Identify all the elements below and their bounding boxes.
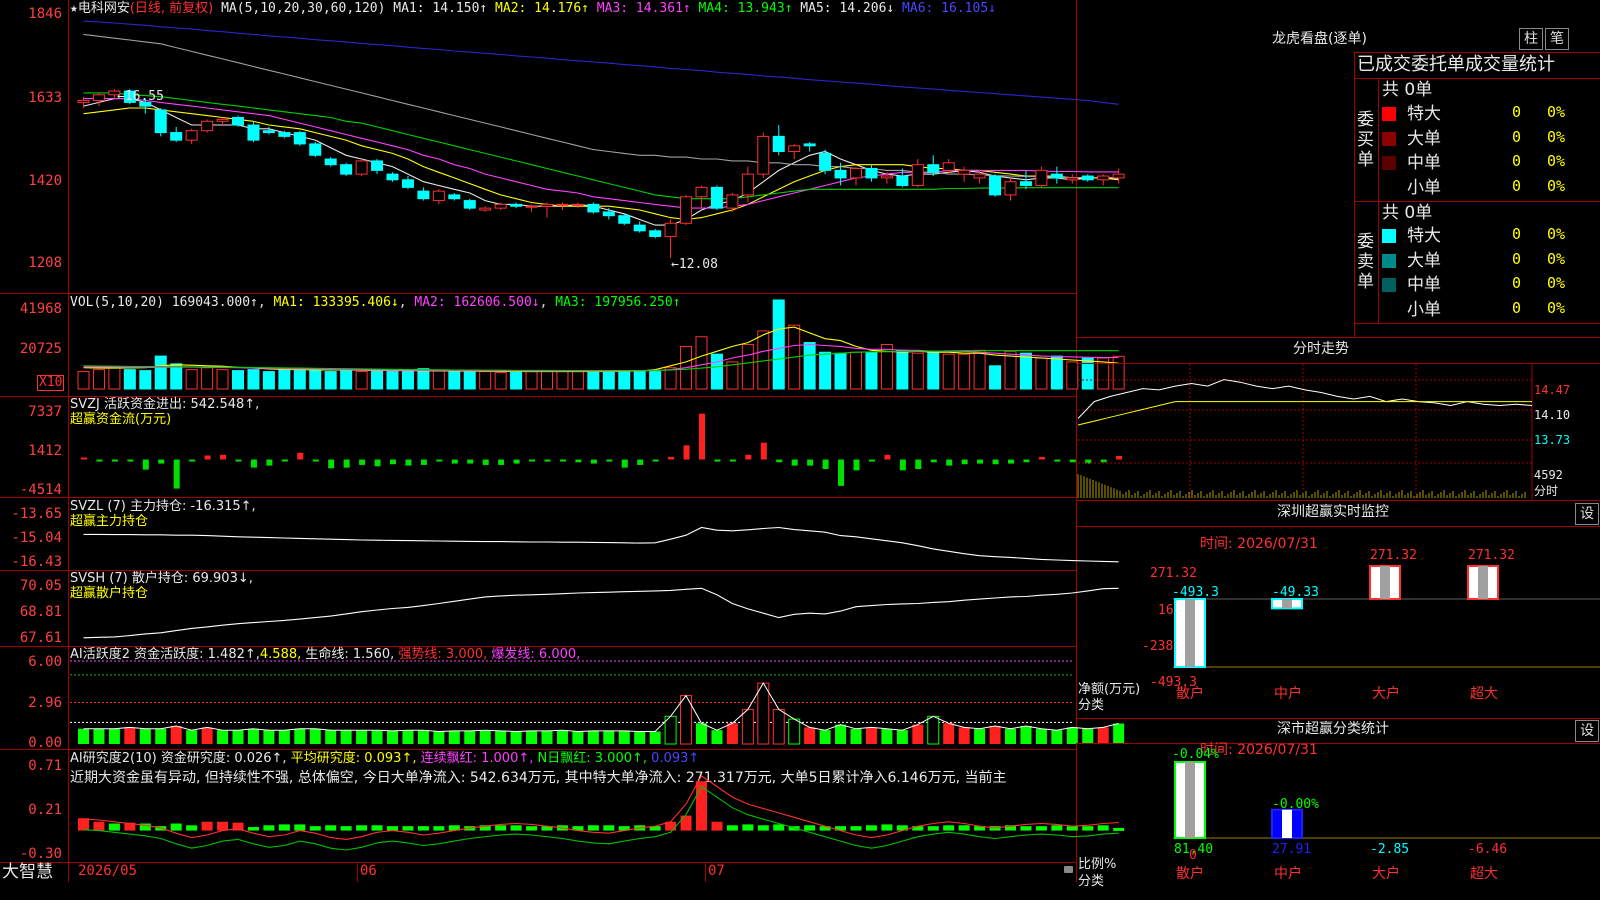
- sm-category-label: 中户: [1274, 865, 1302, 882]
- sm-category-label: 大户: [1372, 865, 1400, 882]
- sm-bar-shade: [1185, 762, 1195, 838]
- sm-value-label: -2.85: [1370, 842, 1409, 857]
- sm-value-label: 81.40: [1174, 842, 1213, 857]
- sm-top-label: -0.04%: [1172, 747, 1219, 762]
- sm-stats-chart[interactable]: -0.04% -0.00% 81.40 27.91 -2.85 -6.46 散户 中户 大户 超大: [0, 0, 1600, 900]
- sm-bar-shade: [1282, 809, 1292, 838]
- sm-top-label: -0.00%: [1272, 797, 1319, 812]
- sm-category-label: 散户: [1176, 865, 1204, 882]
- sm-category-label: 超大: [1470, 866, 1498, 882]
- sm-value-label: 27.91: [1272, 842, 1311, 857]
- sm-value-label: -6.46: [1468, 842, 1507, 857]
